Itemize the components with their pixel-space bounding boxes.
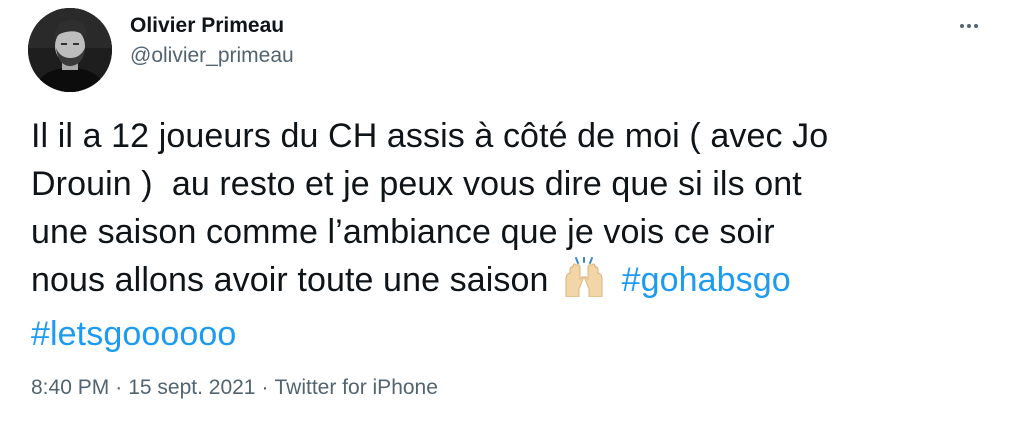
tweet-text: Il il a 12 joueurs du CH assis à côté de…: [31, 112, 991, 358]
tweet-text-line: une saison comme l’ambiance que je vois …: [31, 213, 775, 251]
author-names: Olivier Primeau @olivier_primeau: [130, 13, 294, 69]
tweet-text-line: Il il a 12 joueurs du CH assis à côté de…: [31, 117, 829, 155]
tweet-source[interactable]: Twitter for iPhone: [275, 376, 438, 399]
hashtag-link[interactable]: #letsgoooooo: [31, 315, 236, 353]
raising-hands-icon: [562, 256, 606, 310]
tweet-card: Olivier Primeau @olivier_primeau Il il a…: [0, 0, 1014, 434]
more-options-button[interactable]: [952, 14, 986, 38]
tweet-text-line: #letsgoooooo: [31, 310, 991, 358]
hashtag-link[interactable]: #gohabsgo: [622, 261, 791, 299]
more-dots-icon: [967, 24, 971, 28]
meta-separator: ·: [115, 376, 123, 399]
tweet-text-line: nous allons avoir toute une saison #goha…: [31, 256, 991, 310]
tweet-text-segment: nous allons avoir toute une saison: [31, 261, 549, 299]
avatar-photo-icon: [28, 8, 112, 92]
author-handle[interactable]: @olivier_primeau: [130, 43, 294, 69]
avatar[interactable]: [28, 8, 112, 92]
more-dots-icon: [974, 24, 978, 28]
tweet-metadata: 8:40 PM · 15 sept. 2021 · Twitter for iPhone: [31, 374, 438, 402]
meta-separator: ·: [261, 376, 269, 399]
author-display-name[interactable]: Olivier Primeau: [130, 13, 294, 39]
tweet-time[interactable]: 8:40 PM: [31, 376, 109, 399]
tweet-header: Olivier Primeau @olivier_primeau: [28, 8, 294, 92]
more-dots-icon: [960, 24, 964, 28]
tweet-date[interactable]: 15 sept. 2021: [128, 376, 255, 399]
tweet-text-line: Drouin ) au resto et je peux vous dire q…: [31, 165, 802, 203]
